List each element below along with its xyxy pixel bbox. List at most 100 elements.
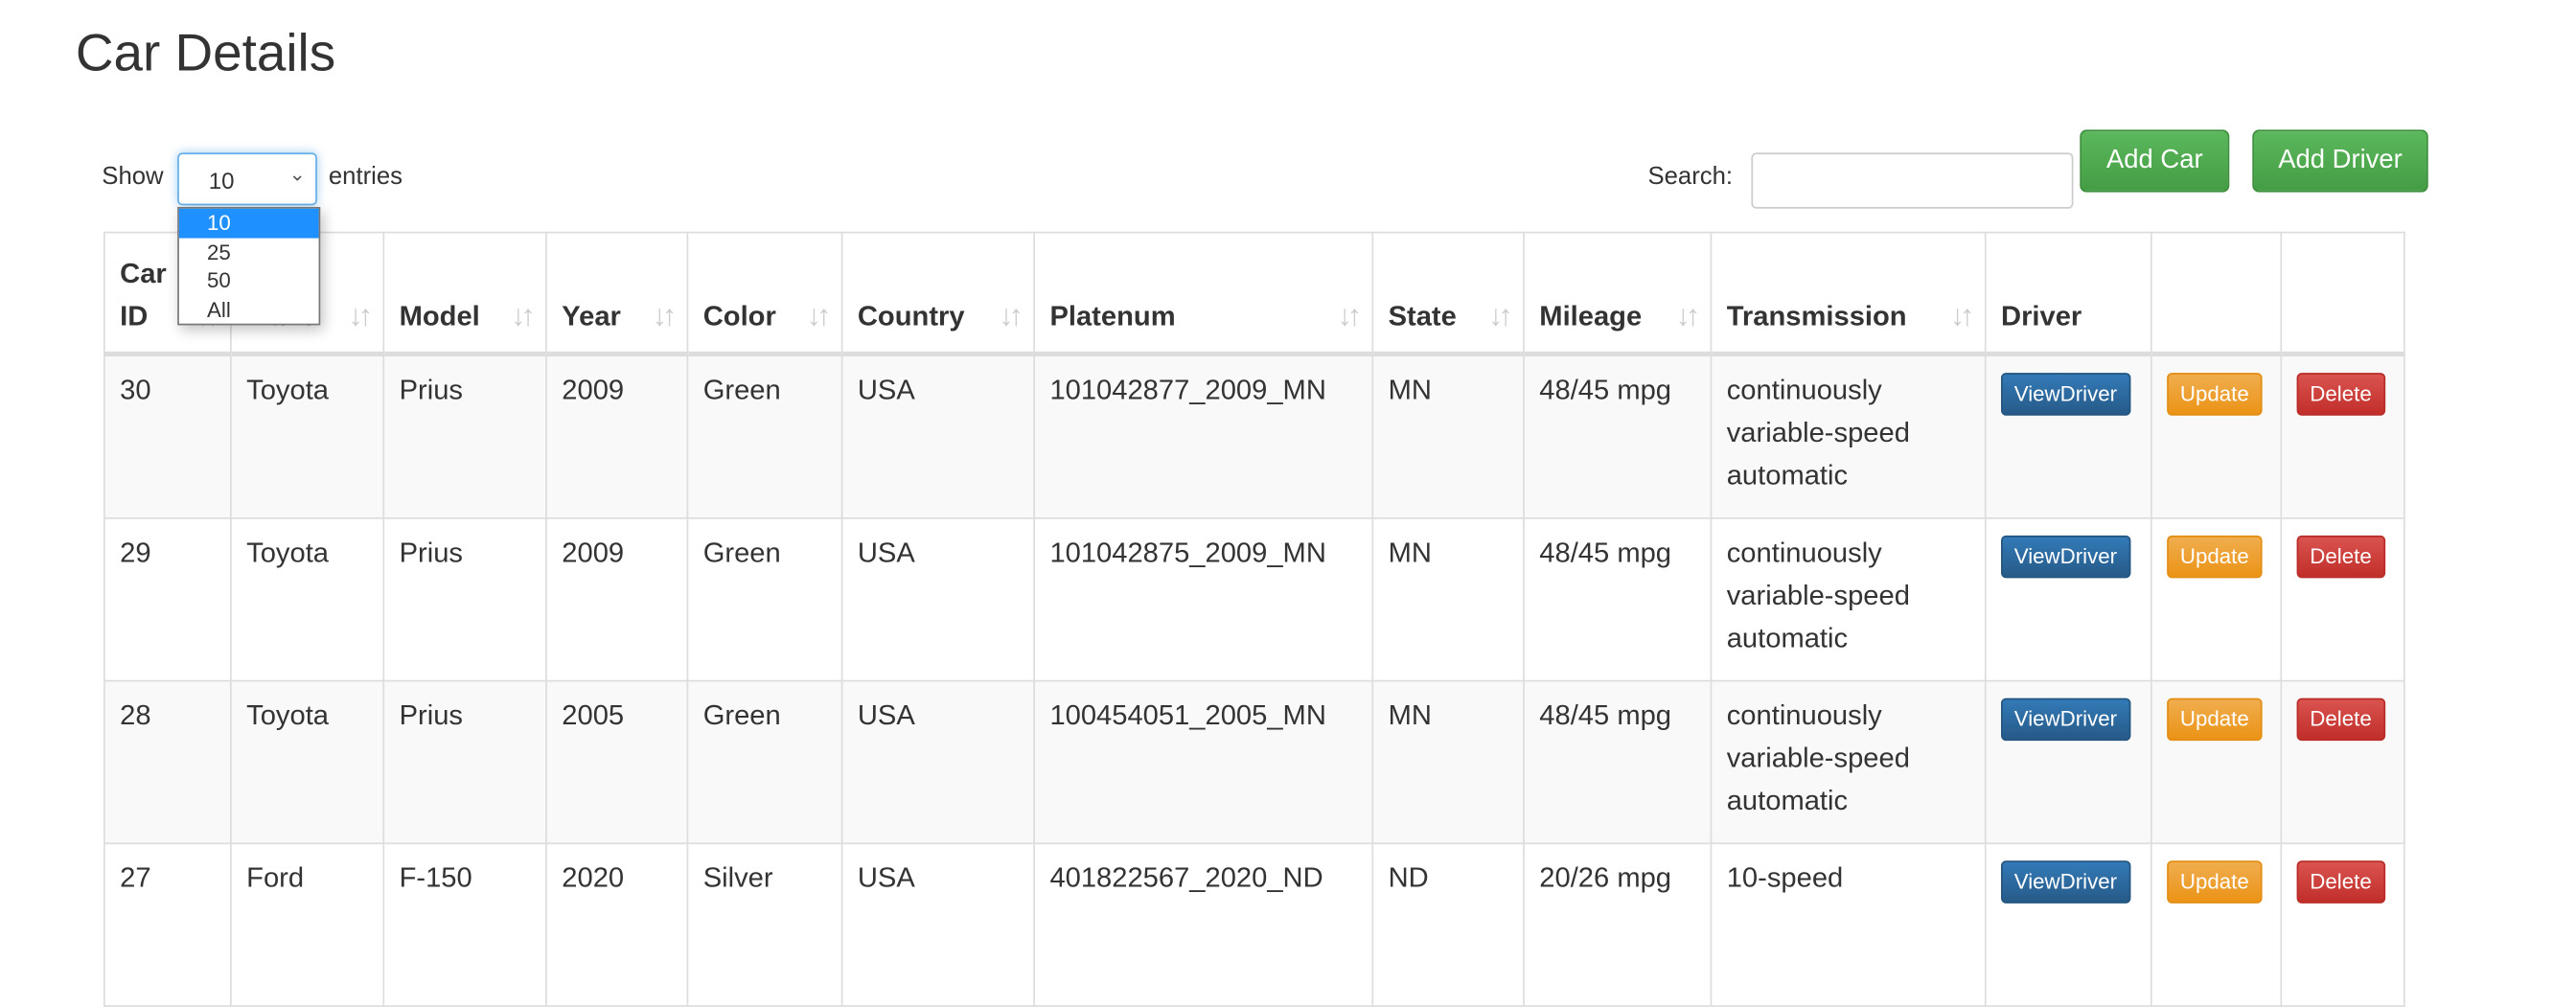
cell-view: ViewDriver [1984, 517, 2152, 682]
cell-year: 2009 [545, 353, 689, 519]
entries-dropdown: 10 25 50 All [177, 207, 321, 326]
search-label: Search: [1647, 162, 1734, 191]
cell-color: Green [686, 517, 843, 682]
cell-make: Toyota [230, 679, 385, 845]
cell-platenum: 100454051_2005_MN [1033, 679, 1374, 845]
cell-update: Update [2150, 353, 2283, 519]
entries-select[interactable]: 10 ⌄ [177, 152, 317, 206]
delete-button[interactable]: Delete [2296, 860, 2385, 904]
column-header-label: Mileage [1539, 300, 1643, 332]
sort-icon: ↓↑ [1675, 299, 1701, 332]
entries-option-50[interactable]: 50 [179, 266, 319, 295]
cell-view: ViewDriver [1984, 842, 2152, 1007]
delete-button[interactable]: Delete [2296, 698, 2385, 742]
entries-option-10[interactable]: 10 [178, 208, 319, 238]
cell-model: Prius [382, 353, 547, 519]
chevron-down-icon: ⌄ [288, 162, 306, 186]
delete-button[interactable]: Delete [2296, 373, 2385, 416]
search-input[interactable] [1751, 152, 2074, 209]
cell-transmission: continuously variable-speed automatic [1710, 353, 1987, 519]
sort-icon: ↓↑ [1949, 299, 1975, 332]
entries-option-25[interactable]: 25 [179, 238, 319, 266]
column-header-label: Country [857, 300, 965, 332]
cell-mileage: 48/45 mpg [1523, 679, 1713, 845]
cell-year: 2020 [545, 842, 689, 1007]
cell-transmission: continuously variable-speed automatic [1710, 517, 1987, 682]
cell-transmission: continuously variable-speed automatic [1710, 679, 1987, 845]
cell-update: Update [2150, 517, 2283, 682]
cell-state: ND [1371, 842, 1525, 1007]
sort-icon: ↓↑ [999, 299, 1024, 332]
cell-color: Silver [686, 842, 843, 1007]
view-driver-button[interactable]: ViewDriver [2001, 698, 2130, 742]
sort-icon: ↓↑ [652, 299, 678, 332]
add-driver-button[interactable]: Add Driver [2252, 129, 2428, 193]
sort-icon: ↓↑ [1337, 299, 1362, 332]
column-header-label: Year [562, 300, 621, 332]
update-button[interactable]: Update [2167, 860, 2263, 904]
cell-make: Ford [230, 842, 385, 1007]
delete-button[interactable]: Delete [2296, 535, 2385, 579]
page-title: Car Details [75, 23, 336, 82]
sort-icon: ↓↑ [511, 299, 536, 332]
cell-id: 28 [104, 679, 232, 845]
cell-make: Toyota [230, 517, 385, 682]
column-header[interactable]: Model ↓↑ [382, 231, 547, 357]
add-car-button[interactable]: Add Car [2080, 129, 2230, 193]
column-header[interactable]: Transmission ↓↑ [1710, 231, 1987, 357]
sort-icon: ↓↑ [348, 299, 373, 332]
update-button[interactable]: Update [2167, 373, 2263, 416]
table-row: 27 Ford F-150 2020 Silver USA 401822567_2020_N… [104, 842, 2405, 1007]
entries-option-all[interactable]: All [179, 295, 319, 324]
cell-id: 27 [104, 842, 232, 1007]
cell-color: Green [686, 353, 843, 519]
cell-id: 30 [104, 353, 232, 519]
cell-mileage: 48/45 mpg [1523, 353, 1713, 519]
column-header [2280, 231, 2405, 357]
sort-icon: ↓↑ [1488, 299, 1513, 332]
cell-model: Prius [382, 517, 547, 682]
cell-id: 29 [104, 517, 232, 682]
column-header-label: Color [702, 300, 776, 332]
cell-update: Update [2150, 679, 2283, 845]
column-header-label: Driver [2001, 300, 2082, 332]
column-header[interactable]: Country ↓↑ [840, 231, 1036, 357]
column-header: Driver [1984, 231, 2152, 357]
table-row: 30 Toyota Prius 2009 Green USA 101042877_2009_… [104, 353, 2405, 519]
update-button[interactable]: Update [2167, 698, 2263, 742]
cell-model: F-150 [382, 842, 547, 1007]
cell-country: USA [840, 842, 1036, 1007]
cell-update: Update [2150, 842, 2283, 1007]
cell-state: MN [1371, 517, 1525, 682]
table-row: 29 Toyota Prius 2009 Green USA 101042875_2009_… [104, 517, 2405, 682]
column-header[interactable]: Year ↓↑ [545, 231, 689, 357]
column-header[interactable]: Color ↓↑ [686, 231, 843, 357]
view-driver-button[interactable]: ViewDriver [2001, 373, 2130, 416]
cell-delete: Delete [2280, 353, 2405, 519]
table-row: 28 Toyota Prius 2005 Green USA 100454051_2005_… [104, 679, 2405, 845]
view-driver-button[interactable]: ViewDriver [2001, 535, 2130, 579]
column-header[interactable]: Platenum ↓↑ [1033, 231, 1374, 357]
column-header-label: State [1388, 300, 1457, 332]
cell-view: ViewDriver [1984, 679, 2152, 845]
cell-country: USA [840, 679, 1036, 845]
cars-table: Car ID↓↑Make↓↑Model↓↑Year↓↑Color↓↑Countr… [104, 231, 2405, 1007]
update-button[interactable]: Update [2167, 535, 2263, 579]
cell-platenum: 101042877_2009_MN [1033, 353, 1374, 519]
cell-country: USA [840, 353, 1036, 519]
cell-model: Prius [382, 679, 547, 845]
cell-color: Green [686, 679, 843, 845]
cell-mileage: 48/45 mpg [1523, 517, 1713, 682]
show-label: Show [102, 162, 164, 191]
sort-icon: ↓↑ [806, 299, 832, 332]
view-driver-button[interactable]: ViewDriver [2001, 860, 2130, 904]
cell-delete: Delete [2280, 842, 2405, 1007]
cell-make: Toyota [230, 353, 385, 519]
cell-country: USA [840, 517, 1036, 682]
column-header[interactable]: State ↓↑ [1371, 231, 1525, 357]
cell-mileage: 20/26 mpg [1523, 842, 1713, 1007]
cell-platenum: 101042875_2009_MN [1033, 517, 1374, 682]
column-header [2150, 231, 2283, 357]
column-header[interactable]: Mileage ↓↑ [1523, 231, 1713, 357]
entries-select-value: 10 [208, 167, 235, 195]
